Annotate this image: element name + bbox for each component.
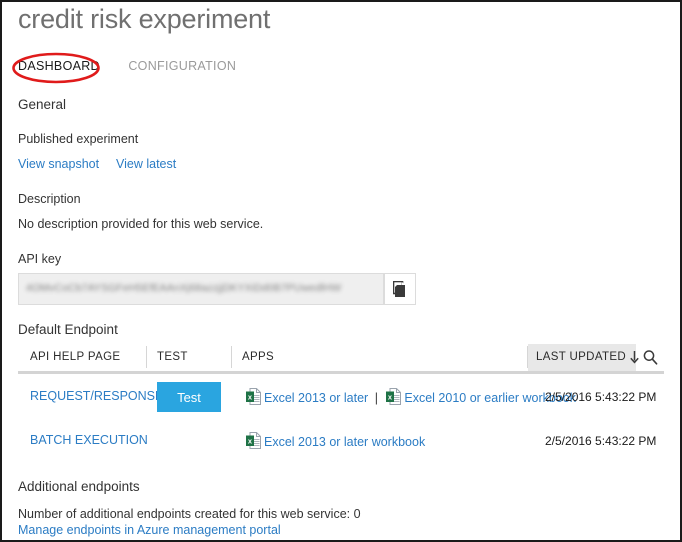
- view-snapshot-link[interactable]: View snapshot: [18, 157, 99, 171]
- test-button[interactable]: Test: [157, 382, 221, 412]
- view-latest-link[interactable]: View latest: [116, 157, 176, 171]
- last-updated-value: 2/5/2016 5:43:22 PM: [545, 434, 656, 448]
- description-label: Description: [18, 192, 81, 206]
- column-header-test[interactable]: TEST: [157, 351, 188, 363]
- search-icon[interactable]: [637, 344, 664, 371]
- section-heading-additional-endpoints: Additional endpoints: [18, 479, 140, 494]
- table-header-row: API HELP PAGE TEST APPS LAST UPDATED: [18, 344, 664, 374]
- published-experiment-label: Published experiment: [18, 132, 138, 146]
- api-key-field[interactable]: 4OMvCoCb7AYSGFeH5EfEAAnXj68azzjjDKYXiDd0…: [18, 273, 384, 305]
- column-divider: [231, 346, 232, 368]
- excel-icon: x: [386, 388, 401, 405]
- column-divider: [527, 346, 528, 368]
- api-key-row: 4OMvCoCb7AYSGFeH5EfEAAnXj68azzjjDKYXiDd0…: [18, 273, 416, 305]
- column-header-apps[interactable]: APPS: [242, 351, 274, 363]
- page-title: credit risk experiment: [18, 4, 270, 35]
- column-header-last-updated[interactable]: LAST UPDATED: [536, 351, 626, 363]
- copy-icon[interactable]: [384, 273, 416, 305]
- api-help-page-link[interactable]: BATCH EXECUTION: [30, 433, 148, 447]
- excel-2013-link[interactable]: x Excel 2013 or later: [246, 388, 368, 407]
- api-key-label: API key: [18, 252, 61, 266]
- excel-2013-workbook-link[interactable]: x Excel 2013 or later workbook: [246, 432, 425, 451]
- last-updated-value: 2/5/2016 5:43:22 PM: [545, 390, 656, 404]
- apps-cell: x Excel 2013 or later workbook: [246, 432, 425, 451]
- section-heading-default-endpoint: Default Endpoint: [18, 322, 118, 337]
- apps-separator: |: [375, 391, 378, 405]
- description-text: No description provided for this web ser…: [18, 217, 263, 231]
- tab-dashboard[interactable]: DASHBOARD: [18, 59, 100, 73]
- endpoints-table: API HELP PAGE TEST APPS LAST UPDATED: [18, 344, 664, 462]
- additional-endpoints-count: Number of additional endpoints created f…: [18, 507, 361, 521]
- column-header-api-help-page[interactable]: API HELP PAGE: [30, 351, 120, 363]
- column-divider: [146, 346, 147, 368]
- api-help-page-link[interactable]: REQUEST/RESPONSE: [30, 389, 163, 403]
- excel-icon: x: [246, 432, 261, 449]
- section-heading-general: General: [18, 97, 66, 112]
- tab-configuration[interactable]: CONFIGURATION: [128, 59, 236, 73]
- api-key-value: 4OMvCoCb7AYSGFeH5EfEAAnXj68azzjjDKYXiDd0…: [26, 282, 341, 294]
- excel-2013-workbook-label: Excel 2013 or later workbook: [264, 435, 425, 449]
- excel-2013-label: Excel 2013 or later: [264, 391, 368, 405]
- manage-endpoints-link[interactable]: Manage endpoints in Azure management por…: [18, 523, 281, 537]
- apps-cell: x Excel 2013 or later |: [246, 388, 576, 407]
- table-row: BATCH EXECUTION x Excel 2013 or: [18, 418, 664, 462]
- web-service-dashboard-page: credit risk experiment DASHBOARD CONFIGU…: [0, 0, 682, 542]
- table-row: REQUEST/RESPONSE Test x E: [18, 374, 664, 418]
- excel-icon: x: [246, 388, 261, 405]
- tab-bar: DASHBOARD CONFIGURATION: [18, 59, 236, 77]
